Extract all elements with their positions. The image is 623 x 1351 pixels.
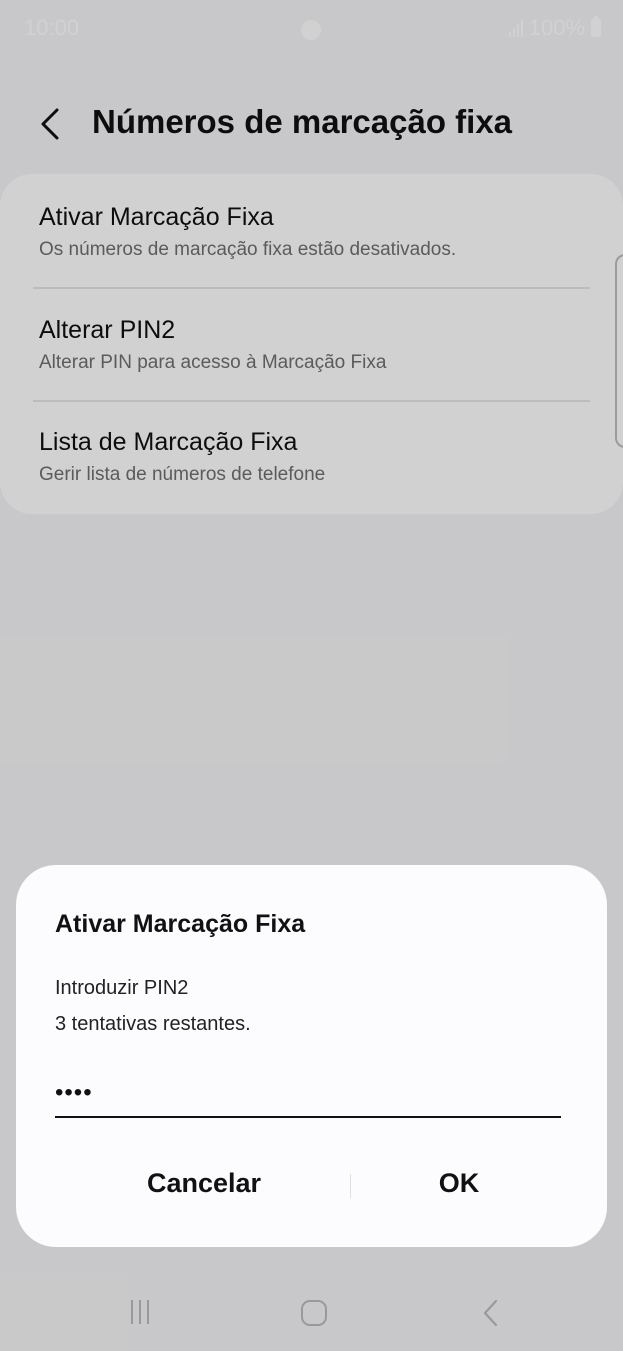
dialog-message-attempts: 3 tentativas restantes. [55, 1013, 251, 1035]
pin2-input[interactable] [55, 1070, 561, 1118]
dialog-message-prompt: Introduzir PIN2 [55, 977, 189, 999]
dialog-message: Introduzir PIN2 3 tentativas restantes. [55, 970, 251, 1042]
pin2-dialog: Ativar Marcação Fixa Introduzir PIN2 3 t… [16, 865, 607, 1247]
screen: 10:00 100% Números de marcação fixa Ativ… [0, 0, 623, 1351]
cancel-button[interactable]: Cancelar [54, 1160, 354, 1206]
ok-button[interactable]: OK [312, 1160, 606, 1206]
dialog-title: Ativar Marcação Fixa [55, 910, 306, 938]
